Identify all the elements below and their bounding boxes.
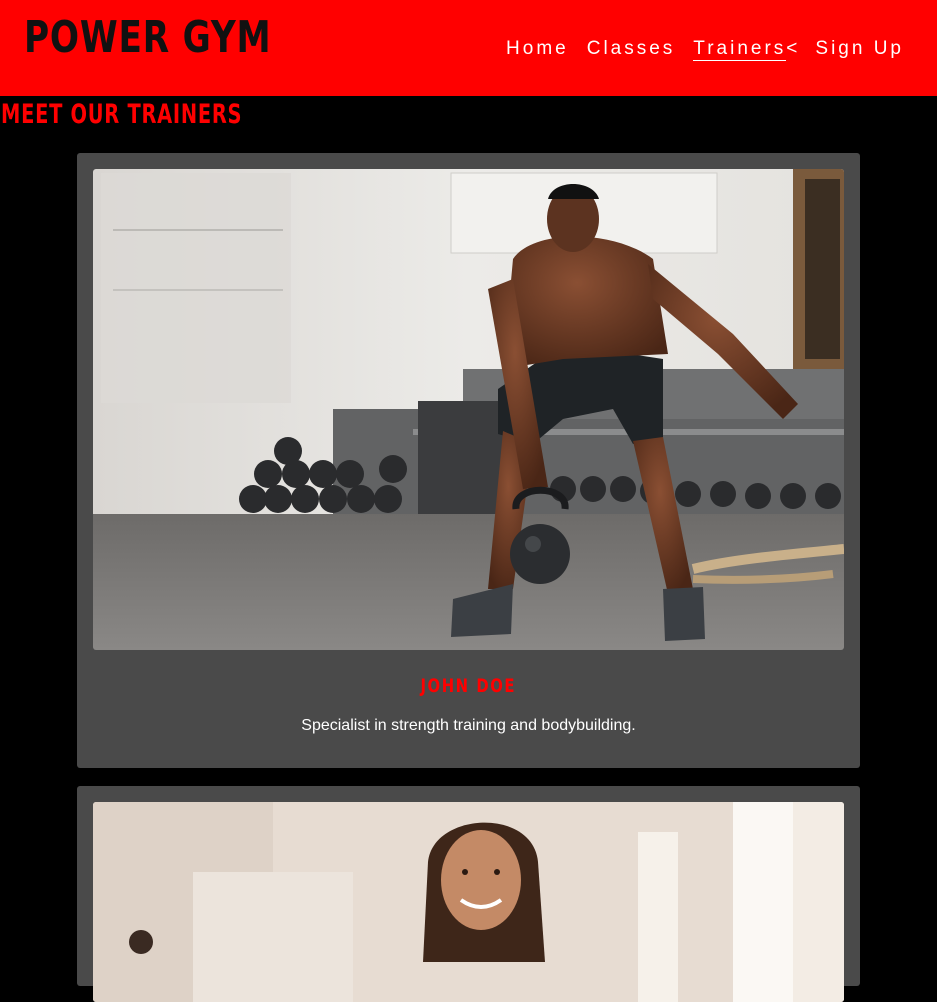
site-header: POWER GYM Home Classes Trainers < Sign U… xyxy=(0,0,937,96)
trainer-name-text: JOHN DOE xyxy=(420,675,517,697)
nav-sign-up[interactable]: Sign Up xyxy=(815,38,904,60)
trainer-bio: Specialist in strength training and body… xyxy=(301,717,636,734)
nav-classes[interactable]: Classes xyxy=(587,38,676,60)
trainer-photo-kettlebell xyxy=(93,169,844,650)
trainer-photo-smiling-woman xyxy=(93,802,844,1002)
page-title: MEET OUR TRAINERS xyxy=(1,99,243,130)
nav-trainers[interactable]: Trainers xyxy=(693,38,787,61)
nav-stray-char: < xyxy=(786,38,798,59)
trainer-card: JOHN DOE Specialist in strength training… xyxy=(77,153,860,768)
main-nav: Home Classes Trainers < Sign Up xyxy=(506,38,904,61)
trainer-name: JOHN DOE xyxy=(77,675,860,697)
site-logo[interactable]: POWER GYM xyxy=(24,10,271,66)
trainer-card xyxy=(77,786,860,1002)
nav-home[interactable]: Home xyxy=(506,38,569,60)
